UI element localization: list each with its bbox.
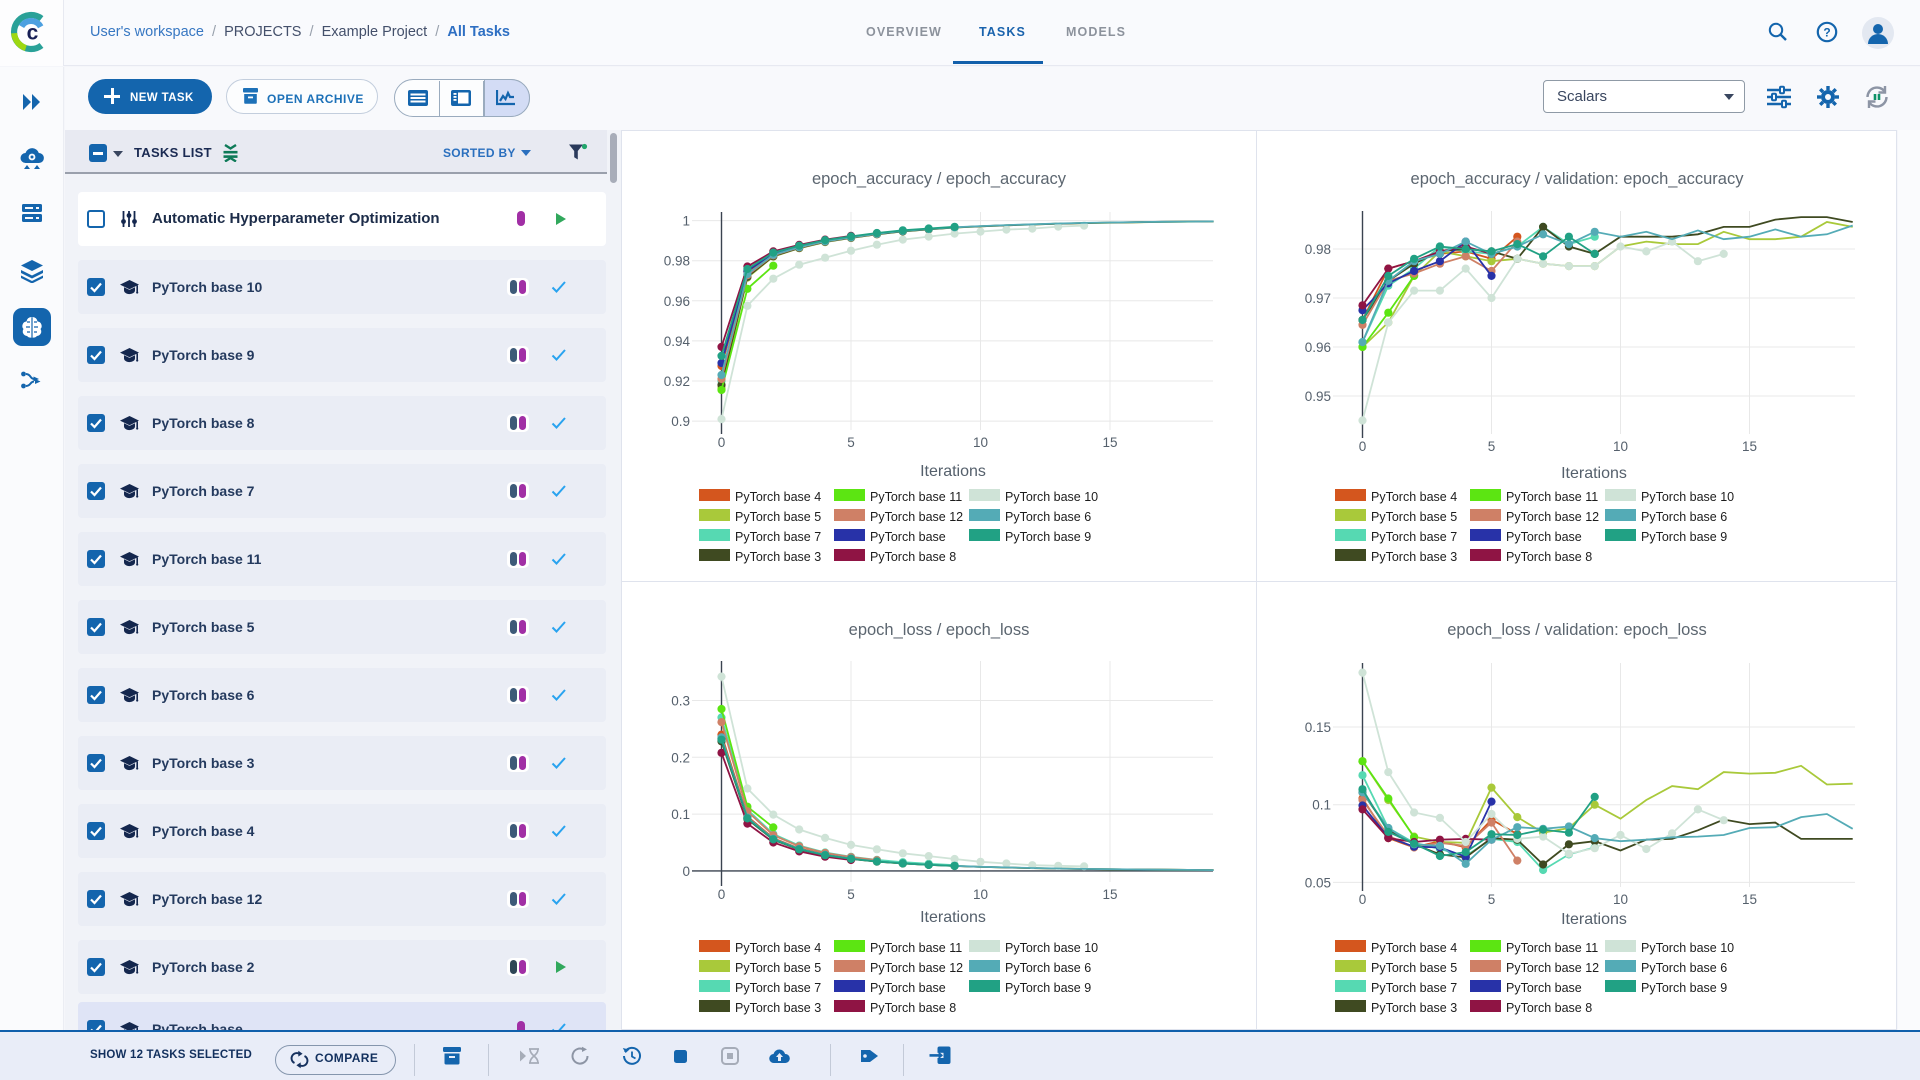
svg-text:PyTorch base 11: PyTorch base 11	[870, 941, 962, 955]
svg-text:10: 10	[973, 435, 988, 450]
svg-text:Iterations: Iterations	[920, 909, 986, 926]
svg-text:15: 15	[1102, 887, 1117, 902]
svg-text:PyTorch base 11: PyTorch base 11	[870, 490, 962, 504]
svg-text:PyTorch base 4: PyTorch base 4	[735, 941, 821, 955]
svg-text:5: 5	[847, 435, 855, 450]
svg-text:PyTorch base: PyTorch base	[1506, 981, 1582, 995]
svg-text:PyTorch base 8: PyTorch base 8	[870, 1001, 956, 1015]
svg-text:0.9: 0.9	[671, 414, 690, 429]
svg-text:PyTorch base 10: PyTorch base 10	[1641, 490, 1734, 504]
svg-text:PyTorch base 6: PyTorch base 6	[1641, 510, 1727, 524]
svg-text:PyTorch base 11: PyTorch base 11	[1506, 941, 1598, 955]
svg-text:0.94: 0.94	[664, 334, 691, 349]
svg-text:0.2: 0.2	[671, 750, 690, 765]
svg-text:0.98: 0.98	[664, 254, 690, 269]
svg-text:0.1: 0.1	[671, 807, 690, 822]
svg-text:PyTorch base 7: PyTorch base 7	[735, 981, 821, 995]
svg-text:PyTorch base 4: PyTorch base 4	[1371, 941, 1457, 955]
svg-text:PyTorch base 8: PyTorch base 8	[870, 550, 956, 564]
svg-text:0.97: 0.97	[1305, 291, 1331, 306]
svg-text:0.15: 0.15	[1305, 720, 1331, 735]
svg-text:epoch_loss / validation: epoch: epoch_loss / validation: epoch_loss	[1447, 621, 1707, 639]
svg-text:5: 5	[847, 887, 855, 902]
svg-text:PyTorch base 11: PyTorch base 11	[1506, 490, 1598, 504]
svg-text:0: 0	[1359, 892, 1367, 907]
svg-text:0.92: 0.92	[664, 374, 690, 389]
svg-text:PyTorch base 8: PyTorch base 8	[1506, 1001, 1592, 1015]
svg-text:10: 10	[1613, 439, 1628, 454]
svg-text:0.98: 0.98	[1305, 242, 1331, 257]
svg-text:PyTorch base 3: PyTorch base 3	[1371, 1001, 1457, 1015]
svg-text:10: 10	[973, 887, 988, 902]
svg-text:PyTorch base 7: PyTorch base 7	[735, 530, 821, 544]
svg-text:PyTorch base 10: PyTorch base 10	[1005, 490, 1098, 504]
svg-text:0: 0	[682, 864, 690, 879]
svg-text:PyTorch base 9: PyTorch base 9	[1641, 530, 1727, 544]
svg-text:PyTorch base 5: PyTorch base 5	[735, 510, 821, 524]
svg-text:15: 15	[1742, 439, 1757, 454]
svg-text:0: 0	[718, 887, 726, 902]
svg-text:Iterations: Iterations	[1561, 911, 1627, 928]
svg-text:10: 10	[1613, 892, 1628, 907]
svg-text:15: 15	[1742, 892, 1757, 907]
svg-text:PyTorch base 6: PyTorch base 6	[1641, 961, 1727, 975]
svg-text:PyTorch base 5: PyTorch base 5	[1371, 510, 1457, 524]
svg-text:PyTorch base 6: PyTorch base 6	[1005, 961, 1091, 975]
svg-text:c: c	[27, 22, 39, 45]
svg-text:PyTorch base 10: PyTorch base 10	[1005, 941, 1098, 955]
svg-text:15: 15	[1102, 435, 1117, 450]
svg-text:0.1: 0.1	[1312, 798, 1331, 813]
svg-text:0.95: 0.95	[1305, 389, 1331, 404]
svg-text:5: 5	[1488, 892, 1496, 907]
svg-text:PyTorch base 3: PyTorch base 3	[735, 1001, 821, 1015]
svg-text:PyTorch base 10: PyTorch base 10	[1641, 941, 1734, 955]
svg-text:PyTorch base 5: PyTorch base 5	[1371, 961, 1457, 975]
svg-text:PyTorch base 7: PyTorch base 7	[1371, 981, 1457, 995]
svg-text:5: 5	[1488, 439, 1496, 454]
svg-text:PyTorch base 5: PyTorch base 5	[735, 961, 821, 975]
svg-text:epoch_accuracy / epoch_accurac: epoch_accuracy / epoch_accuracy	[812, 170, 1067, 188]
svg-text:Iterations: Iterations	[1561, 465, 1627, 482]
svg-text:PyTorch base 4: PyTorch base 4	[1371, 490, 1457, 504]
svg-text:0.96: 0.96	[1305, 340, 1331, 355]
svg-text:PyTorch base: PyTorch base	[1506, 530, 1582, 544]
svg-text:PyTorch base: PyTorch base	[870, 981, 946, 995]
svg-text:PyTorch base 9: PyTorch base 9	[1005, 981, 1091, 995]
svg-text:PyTorch base 12: PyTorch base 12	[1506, 961, 1599, 975]
svg-text:0: 0	[1359, 439, 1367, 454]
svg-text:PyTorch base 7: PyTorch base 7	[1371, 530, 1457, 544]
svg-text:0: 0	[718, 435, 726, 450]
svg-text:?: ?	[1823, 25, 1830, 39]
svg-text:PyTorch base 12: PyTorch base 12	[870, 961, 963, 975]
svg-text:0.3: 0.3	[671, 694, 690, 709]
svg-text:PyTorch base 3: PyTorch base 3	[735, 550, 821, 564]
svg-text:PyTorch base 3: PyTorch base 3	[1371, 550, 1457, 564]
svg-text:Iterations: Iterations	[920, 463, 986, 480]
svg-text:PyTorch base 9: PyTorch base 9	[1005, 530, 1091, 544]
svg-text:PyTorch base 6: PyTorch base 6	[1005, 510, 1091, 524]
svg-text:1: 1	[682, 214, 690, 229]
svg-text:epoch_loss / epoch_loss: epoch_loss / epoch_loss	[849, 621, 1030, 639]
svg-text:PyTorch base: PyTorch base	[870, 530, 946, 544]
svg-text:PyTorch base 9: PyTorch base 9	[1641, 981, 1727, 995]
svg-text:epoch_accuracy / validation: e: epoch_accuracy / validation: epoch_accur…	[1411, 170, 1745, 188]
svg-text:PyTorch base 8: PyTorch base 8	[1506, 550, 1592, 564]
svg-text:PyTorch base 4: PyTorch base 4	[735, 490, 821, 504]
svg-text:PyTorch base 12: PyTorch base 12	[1506, 510, 1599, 524]
svg-text:PyTorch base 12: PyTorch base 12	[870, 510, 963, 524]
svg-text:0.96: 0.96	[664, 294, 690, 309]
svg-text:0.05: 0.05	[1305, 875, 1331, 890]
